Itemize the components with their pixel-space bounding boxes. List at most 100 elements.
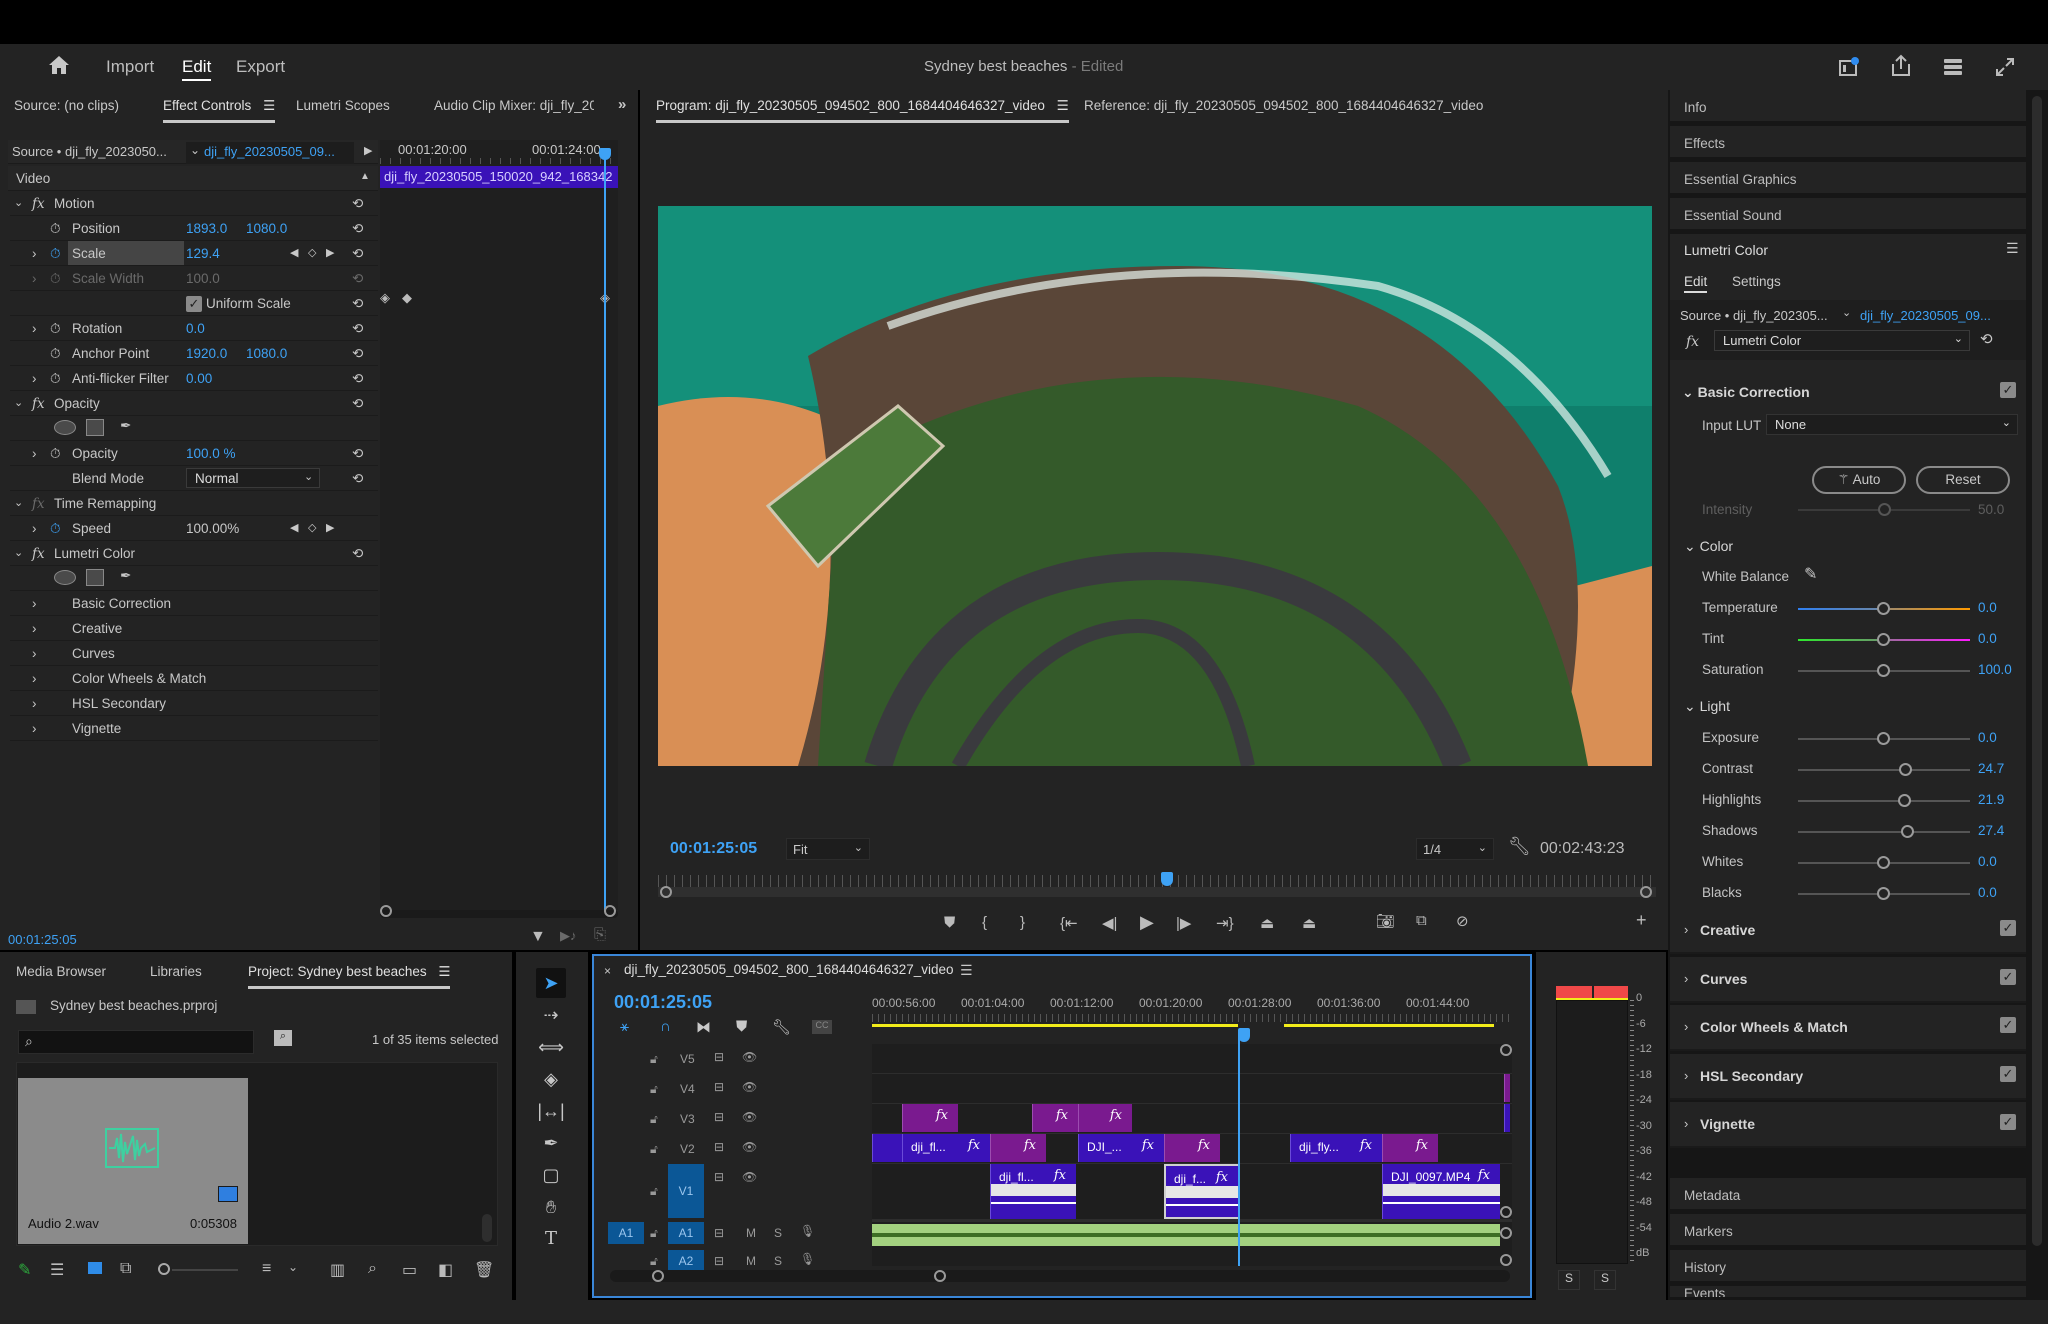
rectangle-tool-icon[interactable]: ▢ — [536, 1160, 566, 1190]
eye-icon[interactable]: 👁︎ — [742, 1110, 757, 1124]
slip-tool-icon[interactable]: |↔| — [536, 1096, 566, 1126]
tab-lumetri-scopes[interactable]: Lumetri Scopes — [296, 98, 390, 113]
export-frame-icon[interactable]: 📷︎ — [1376, 912, 1395, 930]
fx-icon[interactable]: fx — [32, 196, 45, 212]
go-to-in-icon[interactable]: {⇤ — [1060, 914, 1078, 932]
go-to-out-icon[interactable]: ⇥} — [1216, 914, 1234, 932]
chevron-down-icon[interactable]: ⌄ — [288, 1260, 298, 1274]
scrub-out-handle[interactable] — [1640, 886, 1652, 898]
project-scrollbar[interactable] — [482, 1214, 492, 1242]
mute-button[interactable]: M — [746, 1226, 756, 1240]
next-keyframe-icon[interactable]: ▶ — [326, 246, 334, 259]
ripple-edit-tool-icon[interactable]: ⟺ — [536, 1032, 566, 1062]
tab-effect-controls[interactable]: Effect Controls ☰ — [163, 98, 276, 123]
project-search-input[interactable]: ⌕ — [18, 1030, 254, 1054]
tab-libraries[interactable]: Libraries — [150, 964, 202, 979]
workspaces-icon[interactable] — [1942, 56, 1964, 78]
clip-v3[interactable]: fx — [902, 1104, 958, 1132]
slider-value[interactable]: 0.0 — [1978, 600, 1997, 615]
clip-v2[interactable]: DJI_... fx — [1078, 1134, 1164, 1162]
lumetri-slider-exposure[interactable]: Exposure 0.0 — [1670, 730, 2026, 750]
zoom-slider-handle[interactable] — [158, 1263, 170, 1275]
reset-icon[interactable]: ⟲ — [352, 546, 363, 562]
extract-icon[interactable]: ⏏ — [1302, 914, 1316, 932]
clip-v4-edge[interactable] — [1504, 1074, 1510, 1102]
program-timecode[interactable]: 00:01:25:05 — [670, 840, 757, 858]
tab-audio-clip-mixer[interactable]: Audio Clip Mixer: dji_fly_20 — [434, 98, 594, 113]
timeline-settings-wrench-icon[interactable]: 🔧︎ — [772, 1018, 791, 1036]
lumetri-slider-saturation[interactable]: Saturation 100.0 — [1670, 662, 2026, 682]
clip-v2[interactable] — [872, 1134, 902, 1162]
slider-knob[interactable] — [1877, 602, 1890, 615]
chevron-right-icon[interactable]: › — [32, 721, 37, 736]
reset-icon[interactable]: ⟲ — [352, 396, 363, 412]
reset-icon[interactable]: ⟲ — [352, 346, 363, 362]
multicam-icon[interactable]: ⊘ — [1456, 912, 1469, 930]
keyframe-icon[interactable]: ◆ — [402, 290, 412, 306]
program-playhead[interactable] — [1160, 872, 1173, 886]
reset-icon[interactable]: ⟲ — [352, 446, 363, 462]
chevron-right-icon[interactable]: › — [32, 646, 37, 661]
ec-lumetri-item[interactable]: › Basic Correction — [10, 591, 378, 616]
lock-icon[interactable]: 🔓︎ — [650, 1112, 658, 1127]
quick-export-notification-icon[interactable] — [1838, 56, 1860, 78]
ec-lumetri-item[interactable]: › HSL Secondary — [10, 691, 378, 716]
section-enable-checkbox[interactable]: ✓ — [2000, 968, 2016, 985]
timeline-horizontal-scrollbar[interactable] — [610, 1270, 1510, 1282]
sync-lock-icon[interactable]: ⊟ — [714, 1050, 724, 1064]
slider-value[interactable]: 0.0 — [1978, 885, 1997, 900]
add-marker-icon[interactable]: ⛊ — [736, 1018, 747, 1035]
keyframe-icon[interactable]: ◈ — [380, 290, 390, 306]
folder-up-icon[interactable] — [16, 1000, 36, 1014]
ec-playhead[interactable] — [604, 150, 606, 910]
nav-import[interactable]: Import — [106, 57, 154, 77]
eye-icon[interactable]: 👁︎ — [742, 1050, 757, 1064]
icon-view-icon[interactable] — [88, 1262, 102, 1274]
sync-lock-icon[interactable]: ⊟ — [714, 1254, 724, 1268]
clip-v1[interactable]: DJI_0097.MP4 fx — [1382, 1164, 1500, 1219]
work-area-bar[interactable] — [872, 1024, 1238, 1027]
meter-solo-button[interactable]: S — [1558, 1270, 1580, 1290]
reset-button[interactable]: Reset — [1916, 466, 2010, 494]
new-bin-icon[interactable]: ▭ — [402, 1260, 417, 1280]
color-section-header[interactable]: ⌄ Color — [1684, 538, 2044, 555]
clip-v2[interactable]: dji_fly... fx — [1290, 1134, 1382, 1162]
chevron-expand-icon[interactable]: ⌄ — [14, 496, 23, 509]
zoom-level-select[interactable]: Fit ⌄ — [786, 838, 870, 860]
ec-motion-row[interactable]: ⌄ fx Motion ⟲ — [10, 191, 378, 216]
timeline-playhead-handle[interactable] — [1238, 1028, 1250, 1042]
scroll-handle-left[interactable] — [652, 1270, 664, 1282]
track-label[interactable]: V4 — [680, 1082, 695, 1096]
sync-lock-icon[interactable]: ⊟ — [714, 1140, 724, 1154]
sync-lock-icon[interactable]: ⊟ — [714, 1110, 724, 1124]
lumetri-section-creative[interactable]: › Creative ✓ — [1670, 908, 2026, 954]
ec-lumetri-item[interactable]: › Color Wheels & Match — [10, 666, 378, 691]
home-icon[interactable] — [48, 54, 70, 76]
reset-icon[interactable]: ⟲ — [352, 296, 363, 312]
microphone-icon[interactable]: 🎙︎ — [800, 1252, 815, 1266]
eye-icon[interactable]: 👁︎ — [742, 1140, 757, 1154]
panel-menu-icon[interactable]: ☰ — [438, 964, 450, 979]
position-x-value[interactable]: 1893.0 — [186, 221, 227, 236]
tab-project[interactable]: Project: Sydney best beaches ☰ — [248, 964, 451, 989]
lock-icon[interactable]: 🔓︎ — [650, 1226, 658, 1241]
collapse-up-icon[interactable]: ▲ — [360, 171, 370, 182]
stopwatch-icon[interactable]: ⏱ — [50, 371, 61, 387]
reset-icon[interactable]: ⟲ — [352, 371, 363, 387]
meter-solo-button[interactable]: S — [1594, 1270, 1616, 1290]
slider-value[interactable]: 24.7 — [1978, 761, 2004, 776]
clip-v2[interactable]: dji_fl... fx — [902, 1134, 990, 1162]
lumetri-slider-highlights[interactable]: Highlights 21.9 — [1670, 792, 2026, 812]
ec-lumetri-item[interactable]: › Creative — [10, 616, 378, 641]
zoom-slider-track[interactable] — [172, 1269, 238, 1271]
speed-value[interactable]: 100.00% — [186, 521, 239, 536]
freeform-view-icon[interactable]: ⧉ — [120, 1260, 131, 1278]
source-patch-a1[interactable]: A1 — [608, 1222, 644, 1244]
lumetri-slider-shadows[interactable]: Shadows 27.4 — [1670, 823, 2026, 843]
lumetri-section-hsl-secondary[interactable]: › HSL Secondary ✓ — [1670, 1053, 2026, 1100]
rectangle-mask-icon[interactable] — [86, 569, 104, 586]
lock-icon[interactable]: 🔓︎ — [650, 1254, 658, 1269]
timeline-ruler[interactable]: 00:00:56:00 00:01:04:00 00:01:12:00 00:01:2… — [872, 988, 1512, 1038]
pen-tool-icon[interactable]: ✒ — [536, 1128, 566, 1158]
eye-icon[interactable]: 👁︎ — [742, 1080, 757, 1094]
